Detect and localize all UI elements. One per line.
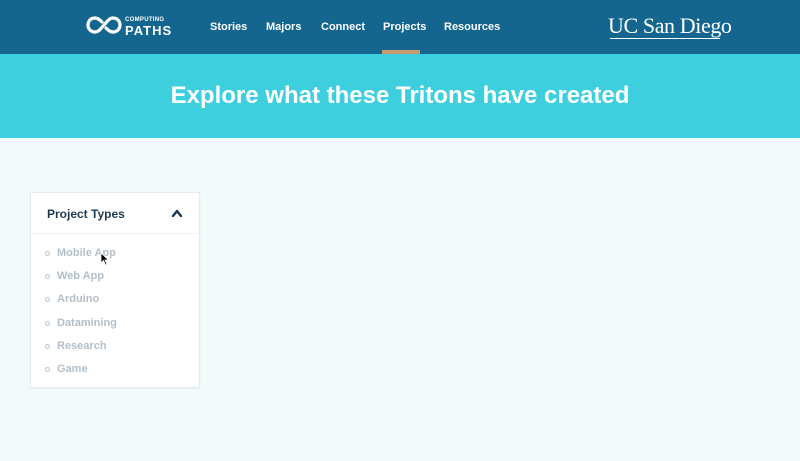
radio-icon[interactable] [45,343,50,349]
nav-projects[interactable]: Projects [383,21,426,33]
top-navigation-bar: COMPUTING PATHS Stories Majors Connect P… [0,0,800,54]
filter-option-web-app[interactable]: Web App [45,268,104,284]
nav-stories[interactable]: Stories [210,21,247,33]
filter-option-research[interactable]: Research [45,338,107,354]
radio-icon[interactable] [45,296,50,302]
filter-option-arduino[interactable]: Arduino [45,291,99,307]
page-title: Explore what these Tritons have created [170,82,630,109]
filter-option-label: Web App [57,270,105,282]
radio-icon[interactable] [45,273,50,279]
filter-option-label: Datamining [57,317,117,329]
filter-header[interactable]: Project Types [31,193,199,234]
radio-icon[interactable] [45,366,50,372]
computing-paths-logo[interactable]: COMPUTING PATHS [86,15,176,39]
filter-option-label: Game [57,363,88,375]
filter-option-datamining[interactable]: Datamining [45,315,117,331]
radio-icon[interactable] [45,250,50,256]
project-types-filter: Project Types Mobile App Web App Arduino… [30,192,200,388]
filter-option-label: Research [57,340,107,352]
nav-majors[interactable]: Majors [266,21,301,33]
filter-title: Project Types [47,207,125,221]
chevron-up-icon[interactable] [171,208,183,218]
radio-icon[interactable] [45,320,50,326]
mouse-cursor-icon [100,252,110,266]
nav-connect[interactable]: Connect [321,21,365,33]
logo-bottom-text: PATHS [125,23,173,38]
nav-resources[interactable]: Resources [444,21,500,33]
infinity-loop-logo-icon [86,14,122,41]
filter-option-label: Arduino [57,293,100,305]
uc-san-diego-underline [610,38,720,39]
filter-option-game[interactable]: Game [45,361,88,377]
uc-san-diego-logo[interactable]: UC San Diego [608,13,732,39]
hero-banner: Explore what these Tritons have created [0,54,800,138]
